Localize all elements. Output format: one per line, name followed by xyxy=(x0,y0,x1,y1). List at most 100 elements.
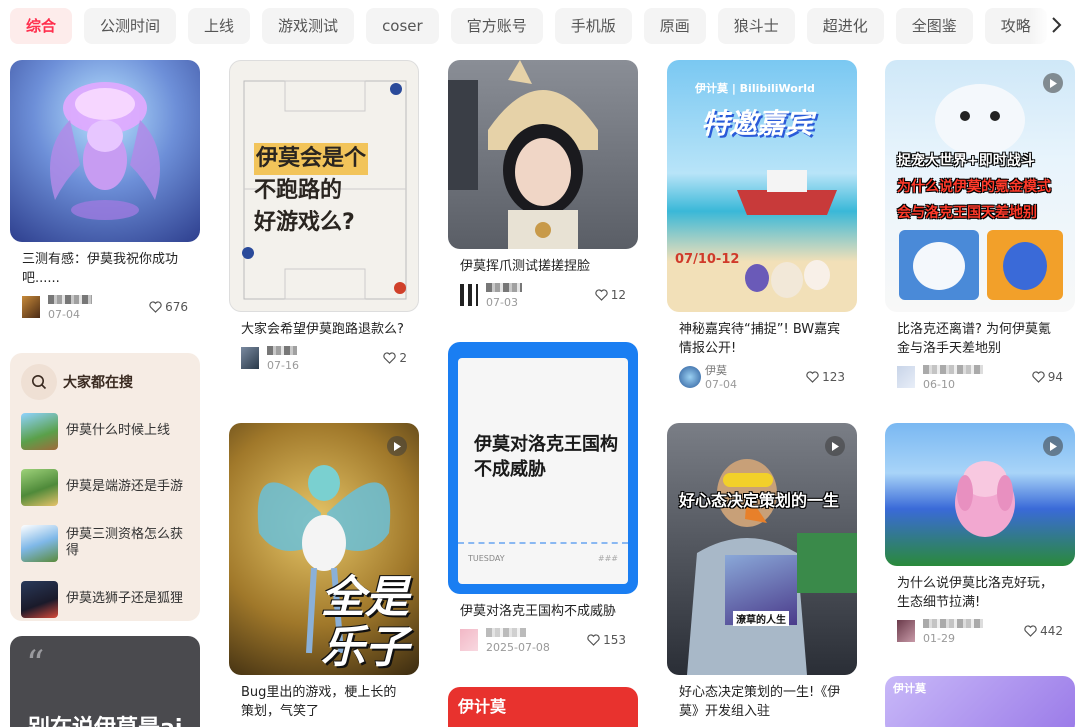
note-cover-image[interactable]: 伊计莫 xyxy=(885,676,1075,727)
note-title[interactable]: 神秘嘉宾待“捕捉”! BW嘉宾情报公开! xyxy=(667,320,857,358)
note-card[interactable]: 伊计莫 | BilibiliWorld 特邀嘉宾 07/10-12 神秘嘉宾待“… xyxy=(667,60,857,392)
like-count: 153 xyxy=(603,633,626,647)
author-name[interactable] xyxy=(486,627,526,640)
note-title[interactable]: 伊莫挥爪测试搓搓捏脸 xyxy=(448,257,638,276)
cover-brand-logo: 伊计莫 xyxy=(458,697,507,716)
tab-scroll-right-button[interactable] xyxy=(1030,0,1080,54)
note-cover-image[interactable]: 捉宠大世界+即时战斗 为什么说伊莫的氪金模式 会与洛克王国天差地别 xyxy=(885,60,1075,312)
trending-search-item[interactable]: 伊莫选狮子还是狐狸 xyxy=(21,573,189,625)
author-name[interactable] xyxy=(923,618,983,631)
tab-official-account[interactable]: 官方账号 xyxy=(450,8,543,44)
author-name[interactable] xyxy=(48,294,92,307)
cover-headline: 全是 乐子 xyxy=(321,572,409,673)
note-title[interactable]: 大家会希望伊莫跑路退款么? xyxy=(229,320,419,339)
like-count: 94 xyxy=(1047,370,1063,384)
author-name[interactable]: 伊莫 xyxy=(705,364,727,377)
note-cover-image[interactable] xyxy=(885,423,1075,566)
note-card[interactable]: 伊莫对洛克王国构不成威胁 TUESDAY ### 伊莫对洛克王国构不成威胁 20… xyxy=(448,342,638,655)
trending-search-item[interactable]: 伊莫是端游还是手游 xyxy=(21,461,189,513)
note-card[interactable]: 伊莫挥爪测试搓搓捏脸 07-03 12 xyxy=(448,60,638,310)
heart-icon xyxy=(587,634,600,646)
note-title[interactable]: 为什么说伊莫比洛克好玩，生态细节拉满! xyxy=(885,574,1075,612)
character-portrait-illustration xyxy=(448,60,598,249)
note-cover-image[interactable]: 伊莫会是个 不跑路的 好游戏么? xyxy=(229,60,419,312)
author-name[interactable] xyxy=(923,364,983,377)
video-play-icon xyxy=(1043,436,1063,456)
note-cover-image[interactable]: 好心态决定策划的一生 潦草的人生 xyxy=(667,423,857,675)
note-cover-image[interactable]: 伊计莫 | BilibiliWorld 特邀嘉宾 07/10-12 xyxy=(667,60,857,312)
author-avatar[interactable] xyxy=(897,620,915,642)
note-card[interactable]: 伊莫会是个 不跑路的 好游戏么? 大家会希望伊莫跑路退款么? 07-16 2 xyxy=(229,60,419,373)
tab-concept-art[interactable]: 原画 xyxy=(643,8,706,44)
tab-wolf-fighter[interactable]: 狼斗士 xyxy=(717,8,795,44)
trending-search-title: 大家都在搜 xyxy=(63,375,133,391)
note-date: 07-04 xyxy=(48,308,80,321)
search-item-label: 伊莫三测资格怎么获得 xyxy=(66,527,184,558)
note-cover-image[interactable]: 伊莫对洛克王国构不成威胁 TUESDAY ### xyxy=(448,342,638,594)
tab-full-guide[interactable]: 全图鉴 xyxy=(895,8,973,44)
heart-icon xyxy=(1024,625,1037,637)
like-button[interactable]: 94 xyxy=(1032,370,1063,384)
inset-caption: 潦草的人生 xyxy=(733,611,789,626)
video-play-icon xyxy=(825,436,845,456)
search-item-label: 伊莫是端游还是手游 xyxy=(66,479,184,494)
author-name[interactable] xyxy=(267,345,297,358)
trending-search-item[interactable]: 伊莫什么时候上线 xyxy=(21,405,189,457)
note-date: 07-16 xyxy=(267,359,299,372)
author-avatar[interactable] xyxy=(460,284,478,306)
trending-search-item[interactable]: 伊莫三测资格怎么获得 xyxy=(21,517,189,569)
tab-list: 综合 公测时间 上线 游戏测试 coser 官方账号 手机版 原画 狼斗士 超进… xyxy=(10,8,1080,44)
search-item-thumbnail xyxy=(21,524,58,562)
note-title[interactable]: 好心态决定策划的一生!《伊莫》开发组入驻 xyxy=(667,683,857,721)
note-meta: 07-03 12 xyxy=(448,282,638,310)
search-item-label: 伊莫选狮子还是狐狸 xyxy=(66,591,184,606)
like-button[interactable]: 442 xyxy=(1024,624,1063,638)
note-title[interactable]: 比洛克还离谱? 为何伊莫氪金与洛手天差地别 xyxy=(885,320,1075,358)
author-avatar[interactable] xyxy=(679,366,701,388)
note-meta: 01-29 442 xyxy=(885,618,1075,646)
tab-all[interactable]: 综合 xyxy=(10,8,73,44)
note-card[interactable]: 伊计莫 xyxy=(448,687,638,727)
search-icon xyxy=(21,364,57,400)
like-button[interactable]: 676 xyxy=(149,300,188,314)
like-button[interactable]: 153 xyxy=(587,633,626,647)
cover-brand-logo: 伊计莫 xyxy=(893,682,926,695)
note-cover-image[interactable] xyxy=(448,60,638,249)
author-name[interactable] xyxy=(486,282,522,295)
cover-headline: 捉宠大世界+即时战斗 为什么说伊莫的氪金模式 会与洛克王国天差地别 xyxy=(897,153,1051,221)
note-cover-image[interactable]: 伊计莫 xyxy=(448,687,638,727)
video-play-icon xyxy=(1043,73,1063,93)
beach-boat-illustration xyxy=(737,170,837,298)
note-card[interactable]: 好心态决定策划的一生 潦草的人生 好心态决定策划的一生!《伊莫》开发组入驻 xyxy=(667,423,857,721)
tab-super-evolution[interactable]: 超进化 xyxy=(806,8,884,44)
tab-coser[interactable]: coser xyxy=(366,8,439,44)
like-count: 12 xyxy=(610,288,626,302)
tab-online[interactable]: 上线 xyxy=(188,8,251,44)
note-card[interactable]: 全是 乐子 Bug里出的游戏，梗上长的策划，气笑了 xyxy=(229,423,419,721)
note-meta: 06-10 94 xyxy=(885,364,1075,392)
cover-headline: 好心态决定策划的一生 xyxy=(679,491,840,510)
quote-note-card[interactable]: “ 别在说伊莫是ai xyxy=(10,636,200,727)
note-card[interactable]: 三测有感：伊莫我祝你成功吧...... 07-04 676 xyxy=(10,60,200,322)
author-avatar[interactable] xyxy=(241,347,259,369)
tab-game-test[interactable]: 游戏测试 xyxy=(262,8,355,44)
note-title[interactable]: 三测有感：伊莫我祝你成功吧...... xyxy=(10,250,200,288)
author-avatar[interactable] xyxy=(897,366,915,388)
note-card[interactable]: 伊计莫 xyxy=(885,676,1075,727)
note-cover-image[interactable]: 全是 乐子 xyxy=(229,423,419,675)
cover-headline: 伊莫对洛克王国构不成威胁 xyxy=(474,434,618,480)
trending-search-header: 大家都在搜 xyxy=(21,363,189,401)
author-avatar[interactable] xyxy=(22,296,40,318)
like-button[interactable]: 123 xyxy=(806,370,845,384)
note-card[interactable]: 为什么说伊莫比洛克好玩，生态细节拉满! 01-29 442 xyxy=(885,423,1075,646)
tab-launch-time[interactable]: 公测时间 xyxy=(84,8,177,44)
tab-mobile[interactable]: 手机版 xyxy=(554,8,632,44)
note-title[interactable]: 伊莫对洛克王国构不成威胁 xyxy=(448,602,638,621)
note-card[interactable]: 捉宠大世界+即时战斗 为什么说伊莫的氪金模式 会与洛克王国天差地别 比洛克还离谱… xyxy=(885,60,1075,392)
note-title[interactable]: Bug里出的游戏，梗上长的策划，气笑了 xyxy=(229,683,419,721)
cover-headline: 伊莫会是个 不跑路的 好游戏么? xyxy=(254,143,369,239)
like-button[interactable]: 12 xyxy=(595,288,626,302)
author-avatar[interactable] xyxy=(460,629,478,651)
note-cover-image[interactable] xyxy=(10,60,200,242)
like-button[interactable]: 2 xyxy=(383,351,407,365)
